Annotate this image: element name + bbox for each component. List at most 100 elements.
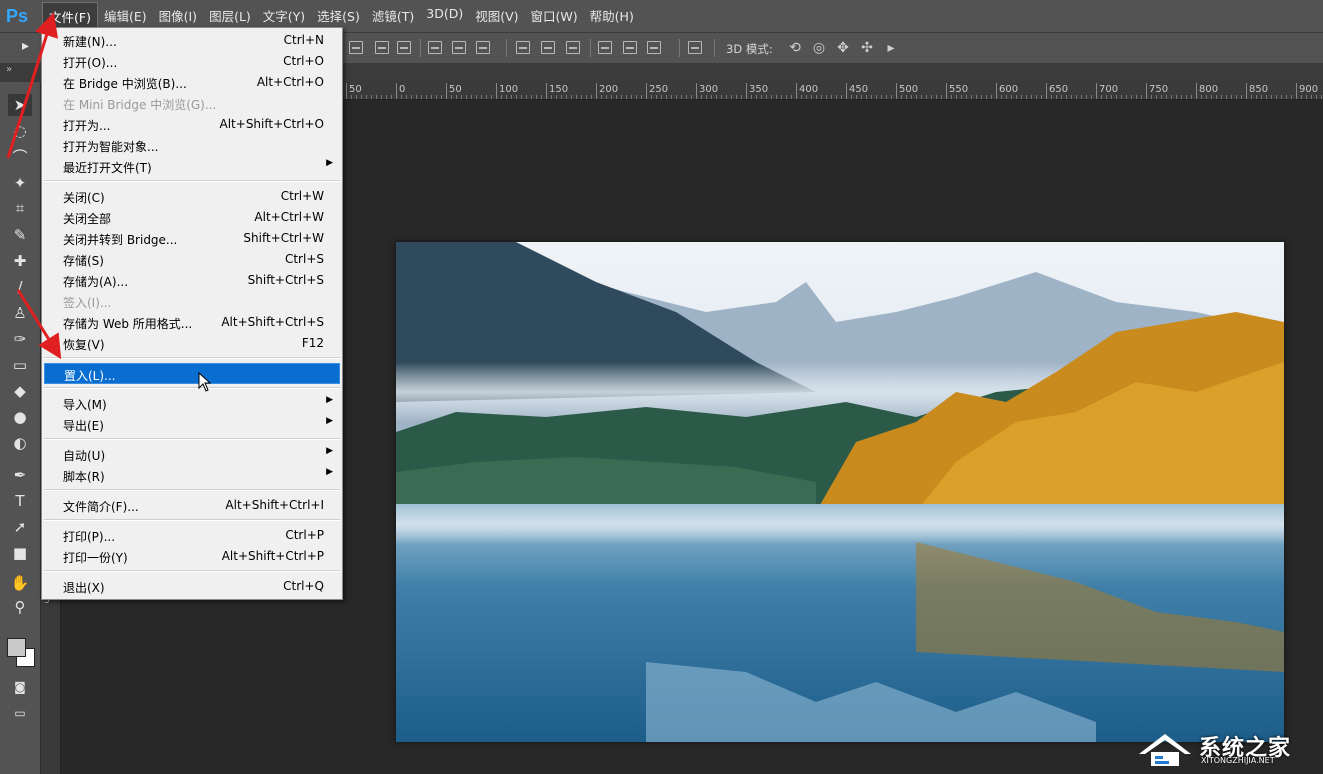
foreground-color-swatch[interactable] [7,638,26,657]
magic-wand-tool-icon[interactable]: ✦ [8,172,32,194]
screen-mode-icon[interactable]: ▭ [8,702,32,724]
file-menu-item[interactable]: 导出(E) ▶ [44,414,340,435]
menu-item-8[interactable]: 视图(V) [469,2,524,31]
menu-item-shortcut: Ctrl+Q [283,579,324,593]
file-menu-item[interactable]: 在 Bridge 中浏览(B)... Alt+Ctrl+O [44,72,340,93]
file-menu-item[interactable]: 置入(L)... [44,363,340,384]
ruler-minor-tick [856,95,857,99]
menu-item-label: 关闭(C) [63,191,105,205]
file-menu-item[interactable]: 关闭并转到 Bridge... Shift+Ctrl+W [44,228,340,249]
file-menu-item[interactable]: 打印(P)... Ctrl+P [44,525,340,546]
ruler-major-tick [1196,83,1197,99]
menu-item-label: 存储为(A)... [63,275,129,289]
pen-tool-icon[interactable]: ✒ [8,464,32,486]
type-tool-icon[interactable]: T [8,490,32,512]
align-option-icon[interactable] [623,41,637,54]
slide-3d-icon[interactable]: ✣ [858,39,876,57]
ruler-label: 250 [649,84,669,95]
ruler-minor-tick [486,95,487,99]
menu-item-shortcut: Ctrl+W [280,189,324,203]
crop-tool-icon[interactable]: ⌗ [8,197,32,219]
menu-item-label: 存储为 Web 所用格式... [63,317,193,331]
collapse-panel-icon[interactable]: » [6,64,12,75]
file-menu-item[interactable]: 打开(O)... Ctrl+O [44,51,340,72]
menu-item-6[interactable]: 滤镜(T) [366,2,420,31]
ruler-minor-tick [981,95,982,99]
align-option-icon[interactable] [349,41,363,54]
eyedropper-tool-icon[interactable]: ✎ [8,224,32,246]
ruler-minor-tick [966,95,967,99]
path-selection-tool-icon[interactable]: ➚ [8,516,32,538]
ruler-minor-tick [426,95,427,99]
file-menu-item[interactable]: 自动(U) ▶ [44,444,340,465]
align-option-icon[interactable] [476,41,490,54]
roll-3d-icon[interactable]: ◎ [810,39,828,57]
align-option-icon[interactable] [397,41,411,54]
blur-tool-icon[interactable]: ● [8,406,32,428]
canvas-document-image[interactable] [396,242,1284,742]
move-tool-icon[interactable]: ➤ [8,94,32,116]
hand-tool-icon[interactable]: ✋ [8,572,32,594]
move-tool-preset-icon[interactable]: ▸ [22,38,29,54]
file-menu-item[interactable]: 导入(M) ▶ [44,393,340,414]
align-option-icon[interactable] [598,41,612,54]
file-menu-item[interactable]: 存储为 Web 所用格式... Alt+Shift+Ctrl+S [44,312,340,333]
pan-3d-icon[interactable]: ✥ [834,39,852,57]
ruler-minor-tick [1061,95,1062,99]
menu-item-9[interactable]: 窗口(W) [525,2,584,31]
file-menu-item[interactable]: 存储为(A)... Shift+Ctrl+S [44,270,340,291]
ruler-minor-tick [536,95,537,99]
eraser-tool-icon[interactable]: ▭ [8,354,32,376]
ruler-minor-tick [366,95,367,99]
ruler-minor-tick [516,95,517,99]
healing-brush-tool-icon[interactable]: ✚ [8,250,32,272]
file-menu-item[interactable]: 脚本(R) ▶ [44,465,340,486]
menu-item-label: 退出(X) [63,581,105,595]
align-option-icon[interactable] [375,41,389,54]
clone-stamp-tool-icon[interactable]: ♙ [8,302,32,324]
align-option-icon[interactable] [566,41,580,54]
menu-item-7[interactable]: 3D(D) [420,2,469,31]
file-menu-item[interactable]: 文件简介(F)... Alt+Shift+Ctrl+I [44,495,340,516]
dodge-tool-icon[interactable]: ◐ [8,432,32,454]
menu-item-10[interactable]: 帮助(H) [584,2,640,31]
zoom-tool-icon[interactable]: ⚲ [8,596,32,618]
file-menu-item[interactable]: 打开为智能对象... [44,135,340,156]
file-menu-item[interactable]: 打印一份(Y) Alt+Shift+Ctrl+P [44,546,340,567]
lasso-tool-icon[interactable]: ⌒ [8,146,32,168]
menu-item-label: 新建(N)... [63,35,117,49]
file-menu-item[interactable]: 退出(X) Ctrl+Q [44,576,340,597]
ruler-minor-tick [861,95,862,99]
paint-bucket-tool-icon[interactable]: ◆ [8,380,32,402]
align-option-icon[interactable] [688,41,702,54]
ruler-minor-tick [756,95,757,99]
ruler-major-tick [946,83,947,99]
options-separator [420,39,421,57]
rectangle-tool-icon[interactable]: ■ [8,542,32,564]
ruler-minor-tick [1106,95,1107,99]
file-menu-item[interactable]: 恢复(V) F12 [44,333,340,354]
ruler-minor-tick [831,95,832,99]
align-option-icon[interactable] [647,41,661,54]
ruler-minor-tick [576,95,577,99]
ruler-minor-tick [731,95,732,99]
brush-tool-icon[interactable]: / [8,276,32,298]
file-menu-item[interactable]: 新建(N)... Ctrl+N [44,30,340,51]
file-menu-item[interactable]: 最近打开文件(T) ▶ [44,156,340,177]
quick-mask-icon[interactable]: ◙ [8,676,32,698]
align-option-icon[interactable] [428,41,442,54]
ruler-minor-tick [586,95,587,99]
rotate-3d-icon[interactable]: ⟲ [786,39,804,57]
file-menu-item[interactable]: 关闭(C) Ctrl+W [44,186,340,207]
marquee-tool-icon[interactable]: ◌ [8,120,32,142]
ruler-minor-tick [1026,95,1027,99]
align-option-icon[interactable] [541,41,555,54]
file-menu-item[interactable]: 存储(S) Ctrl+S [44,249,340,270]
file-menu-item[interactable]: 关闭全部 Alt+Ctrl+W [44,207,340,228]
ruler-minor-tick [561,95,562,99]
align-option-icon[interactable] [452,41,466,54]
file-menu-item[interactable]: 打开为... Alt+Shift+Ctrl+O [44,114,340,135]
align-option-icon[interactable] [516,41,530,54]
scale-3d-icon[interactable]: ▸ [882,39,900,57]
history-brush-tool-icon[interactable]: ✑ [8,328,32,350]
